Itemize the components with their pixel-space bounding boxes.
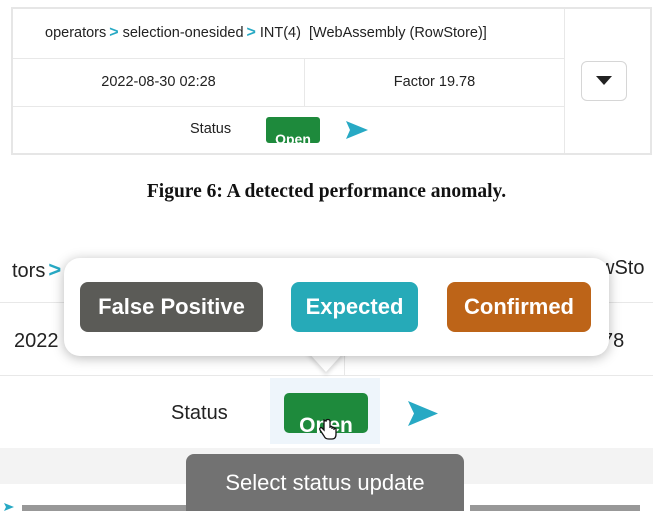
- expand-dropdown-button[interactable]: [581, 61, 627, 101]
- false-positive-label: False Positive: [98, 294, 245, 319]
- hand-cursor-icon: [319, 418, 337, 440]
- send-arrow-icon[interactable]: [408, 401, 438, 426]
- expected-label: Expected: [305, 294, 404, 319]
- breadcrumb-item[interactable]: selection-onesided: [123, 25, 244, 41]
- chevron-right-icon: >: [246, 24, 256, 41]
- status-badge-text: Open: [275, 131, 311, 143]
- zoom-status-label: Status: [171, 402, 228, 424]
- zoom-breadcrumb-start: tors >: [12, 257, 65, 283]
- send-arrow-icon[interactable]: [346, 121, 368, 139]
- figure-caption: Figure 6: A detected performance anomaly…: [146, 181, 507, 202]
- chevron-right-icon: >: [48, 257, 62, 282]
- status-badge[interactable]: Open: [266, 117, 320, 143]
- row-divider: [0, 375, 653, 376]
- breadcrumb-item[interactable]: INT(4): [260, 25, 301, 41]
- false-positive-button[interactable]: False Positive: [80, 282, 263, 332]
- row-divider: [13, 106, 564, 107]
- row-divider: [13, 58, 564, 59]
- confirmed-button[interactable]: Confirmed: [447, 282, 591, 332]
- status-tooltip: Select status update: [186, 454, 464, 511]
- timestamp: 2022-08-30 02:28: [101, 74, 216, 90]
- breadcrumb-item[interactable]: tors: [12, 260, 45, 282]
- breadcrumb-platform: [WebAssembly (RowStore)]: [309, 25, 487, 41]
- expected-button[interactable]: Expected: [291, 282, 418, 332]
- breadcrumb: operators > selection-onesided > INT(4) [Web…: [45, 24, 487, 42]
- caret-down-icon: [596, 76, 612, 85]
- chevron-right-icon: >: [109, 24, 119, 41]
- status-label: Status: [190, 121, 232, 137]
- confirmed-label: Confirmed: [464, 294, 574, 319]
- factor-value: Factor 19.78: [393, 74, 476, 90]
- column-divider: [564, 9, 565, 153]
- breadcrumb-item[interactable]: operators: [45, 25, 106, 41]
- zoom-timestamp-fragment: 2022: [14, 330, 59, 352]
